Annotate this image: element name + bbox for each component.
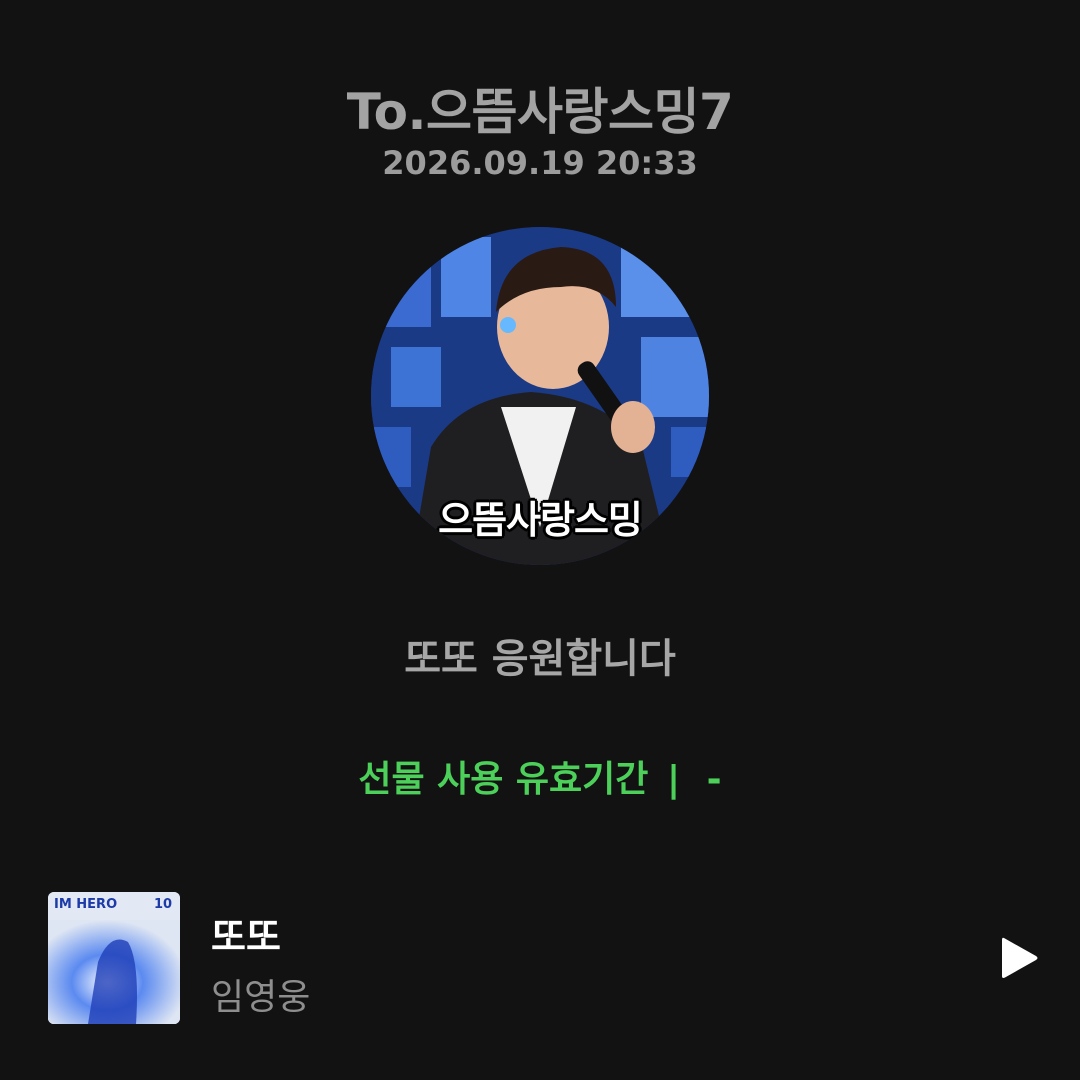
play-button[interactable] [994,932,1046,984]
track-artist: 임영웅 [211,977,311,1018]
album-art-text: IM HERO [54,897,117,912]
validity-separator: | [666,759,681,800]
album-art: IM HERO 10 [48,892,180,1024]
gift-message: 또또 응원합니다 [404,636,676,682]
track-title: 또또 [211,915,281,959]
avatar-caption: 으뜸사랑스밍 [438,498,643,542]
validity-value: - [706,759,722,800]
recipient-title: To.으뜸사랑스밍7 [346,83,734,141]
play-icon [1002,937,1038,978]
gift-validity: 선물 사용 유효기간 | - [0,750,1080,802]
album-art-number: 10 [154,897,172,912]
album-cover-image: IM HERO 10 [48,892,180,1024]
sent-timestamp: 2026.09.19 20:33 [382,144,698,182]
validity-label: 선물 사용 유효기간 [358,759,649,800]
profile-avatar: 으뜸사랑스밍 [371,227,709,565]
track-row[interactable]: IM HERO 10 또또 임영웅 [48,892,1048,1024]
